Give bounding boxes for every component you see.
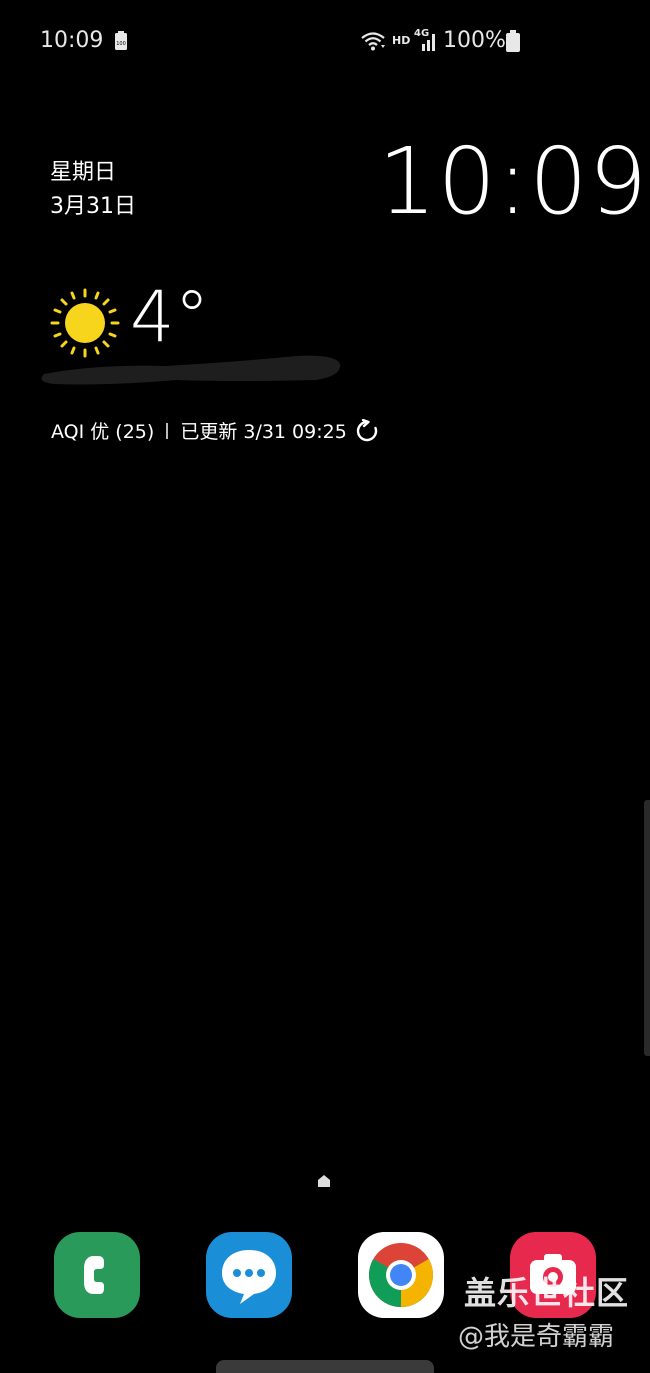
temperature[interactable]: 4°: [130, 276, 210, 358]
phone-app-icon[interactable]: [54, 1232, 140, 1318]
chrome-app-icon[interactable]: [358, 1232, 444, 1318]
weekday-label: 星期日: [50, 160, 117, 185]
status-time: 10:09: [40, 28, 104, 53]
redacted-location-smudge: [41, 355, 341, 385]
date-label: 3月31日: [50, 194, 136, 219]
aqi-label: AQI 优 (25): [51, 421, 155, 443]
watermark-user: @我是奇霸霸: [458, 1322, 615, 1352]
wifi-icon: [361, 32, 385, 51]
battery-saver-icon: 100: [115, 31, 127, 50]
navigation-bar-pill[interactable]: [216, 1360, 434, 1373]
home-icon: [318, 1175, 330, 1187]
battery-percent: 100%: [443, 28, 506, 53]
signal-icon: [422, 34, 435, 51]
lock-screen-clock[interactable]: 10:09: [378, 128, 648, 235]
refresh-icon[interactable]: [355, 418, 379, 443]
battery-small-label: 100: [116, 41, 126, 47]
weather-info-line: AQI 优 (25) 已更新 3/31 09:25: [51, 417, 379, 444]
sun-icon: [50, 288, 120, 358]
watermark-title: 盖乐世社区: [464, 1274, 630, 1312]
updated-time-label: 已更新 3/31 09:25: [180, 421, 347, 443]
edge-panel-handle[interactable]: [644, 800, 650, 1056]
messages-app-icon[interactable]: [206, 1232, 292, 1318]
separator: [166, 422, 169, 439]
hd-voice-indicator: HD: [392, 34, 411, 47]
battery-icon: [506, 30, 520, 52]
